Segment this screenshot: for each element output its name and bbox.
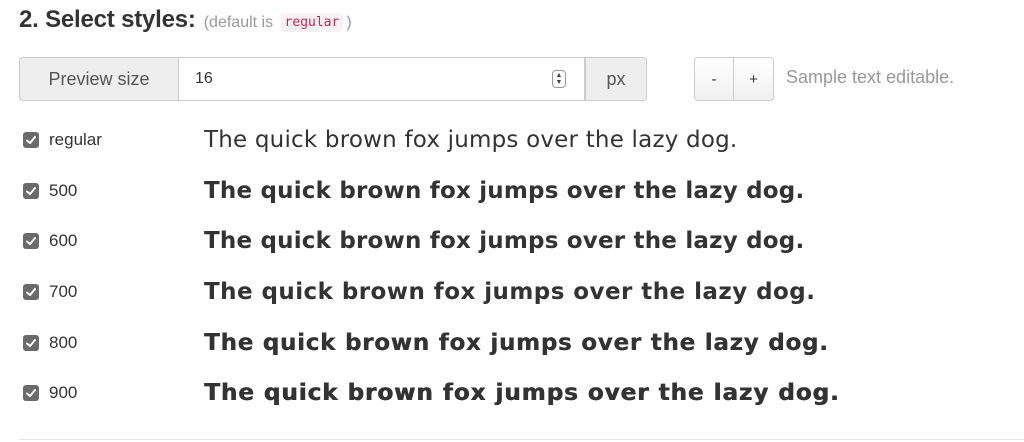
- style-row-700: 700 The quick brown fox jumps over the l…: [20, 267, 1010, 318]
- style-row-800: 800 The quick brown fox jumps over the l…: [20, 317, 1010, 368]
- checkmark-icon: [26, 338, 36, 347]
- style-label: 800: [49, 332, 78, 352]
- style-checkbox[interactable]: [23, 233, 39, 250]
- font-styles-panel: 2. Select styles: (default is regular) P…: [0, 0, 1024, 442]
- default-style-code: regular: [280, 13, 344, 32]
- section-title: 2. Select styles:: [19, 6, 196, 33]
- sample-text[interactable]: The quick brown fox jumps over the lazy …: [204, 127, 737, 153]
- style-label: 900: [49, 383, 78, 403]
- sample-text[interactable]: The quick brown fox jumps over the lazy …: [204, 228, 804, 254]
- style-label: 600: [49, 231, 78, 251]
- preview-size-input[interactable]: [179, 69, 537, 89]
- preview-size-group: Preview size ▲ ▼ px: [19, 57, 647, 101]
- preview-size-unit: px: [585, 57, 647, 101]
- decrease-size-button[interactable]: -: [694, 57, 734, 101]
- style-checkbox[interactable]: [23, 284, 39, 301]
- styles-list: regular The quick brown fox jumps over t…: [20, 115, 1010, 419]
- sample-text[interactable]: The quick brown fox jumps over the lazy …: [204, 279, 815, 305]
- style-label: regular: [49, 130, 102, 150]
- style-label: 700: [49, 282, 78, 302]
- preview-size-label: Preview size: [19, 57, 178, 101]
- checkmark-icon: [26, 237, 36, 246]
- checkmark-icon: [26, 389, 36, 398]
- number-stepper-icon[interactable]: ▲ ▼: [552, 70, 566, 88]
- style-label: 500: [49, 180, 78, 200]
- default-note-suffix: ): [346, 14, 352, 31]
- style-checkbox[interactable]: [23, 385, 39, 402]
- section-header: 2. Select styles: (default is regular): [19, 6, 352, 34]
- increase-size-button[interactable]: +: [734, 57, 774, 101]
- style-checkbox[interactable]: [23, 182, 39, 199]
- sample-text[interactable]: The quick brown fox jumps over the lazy …: [204, 178, 804, 204]
- size-adjust-buttons: - +: [694, 57, 774, 101]
- style-row-600: 600 The quick brown fox jumps over the l…: [20, 216, 1010, 267]
- default-note: (default is regular): [203, 13, 352, 33]
- stepper-down-icon[interactable]: ▼: [556, 79, 563, 86]
- preview-size-field[interactable]: ▲ ▼: [178, 57, 585, 101]
- default-note-prefix: (default is: [203, 14, 274, 31]
- style-checkbox[interactable]: [23, 132, 39, 149]
- section-divider: [19, 439, 1024, 440]
- sample-editable-note: Sample text editable.: [786, 67, 955, 87]
- stepper-up-icon[interactable]: ▲: [556, 72, 563, 79]
- style-row-regular: regular The quick brown fox jumps over t…: [20, 115, 1010, 166]
- sample-text[interactable]: The quick brown fox jumps over the lazy …: [204, 330, 829, 356]
- style-checkbox[interactable]: [23, 334, 39, 351]
- sample-text[interactable]: The quick brown fox jumps over the lazy …: [204, 380, 840, 406]
- style-row-500: 500 The quick brown fox jumps over the l…: [20, 166, 1010, 217]
- checkmark-icon: [26, 136, 36, 145]
- checkmark-icon: [26, 186, 36, 195]
- checkmark-icon: [26, 288, 36, 297]
- style-row-900: 900 The quick brown fox jumps over the l…: [20, 368, 1010, 419]
